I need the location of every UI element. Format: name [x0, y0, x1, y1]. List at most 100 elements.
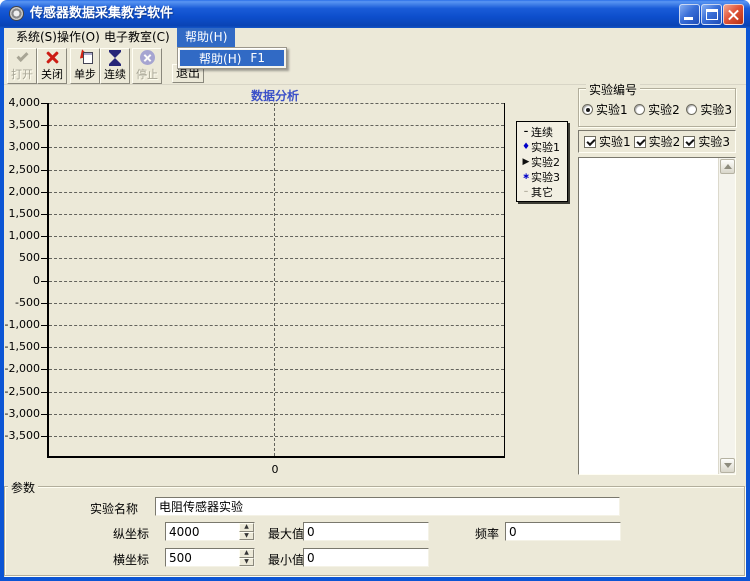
min-value-input[interactable]: [303, 548, 429, 567]
y-axis-tick: [41, 236, 49, 237]
legend-marker-icon: ♦: [521, 142, 531, 152]
spin-up-button[interactable]: ▲: [239, 523, 254, 532]
open-button[interactable]: 打开: [7, 48, 37, 84]
legend-item: ∗实验3: [521, 169, 565, 184]
scroll-down-icon: [724, 463, 732, 468]
gridline: [49, 436, 504, 437]
experiment-checkbox-strip: 实验1 实验2 实验3: [578, 130, 736, 153]
close-x-icon: [38, 49, 66, 66]
window-title: 传感器数据采集教学软件: [30, 0, 173, 28]
y-axis-label: 3,000: [0, 140, 40, 153]
x-coordinate-spinner: ▲ ▼: [239, 549, 254, 566]
y-axis-tick: [41, 281, 49, 282]
max-value-input[interactable]: [303, 522, 429, 541]
continuous-button[interactable]: 连续: [100, 48, 130, 84]
gridline: [49, 103, 504, 104]
radio-experiment3-label: 实验3: [700, 101, 732, 118]
menu-bar: 系统(S) 操作(O) 电子教室(C) 帮助(H): [4, 28, 746, 47]
y-axis-label: -2,500: [0, 385, 40, 398]
y-axis-label: 4,000: [0, 96, 40, 109]
frequency-input[interactable]: [505, 522, 621, 541]
gridline: [49, 125, 504, 126]
y-axis-tick: [41, 436, 49, 437]
window-border-bottom: [0, 577, 750, 581]
y-axis-label: -1,500: [0, 340, 40, 353]
spin-up-button[interactable]: ▲: [239, 549, 254, 558]
y-axis-tick: [41, 125, 49, 126]
radio-icon: [582, 104, 593, 115]
chart-title: 数据分析: [190, 87, 360, 104]
checkbox-experiment3-label: 实验3: [698, 133, 730, 150]
gridline: [49, 303, 504, 304]
listbox-scrollbar[interactable]: [718, 158, 735, 474]
y-coordinate-spinner: ▲ ▼: [239, 523, 254, 540]
maximize-button[interactable]: [701, 4, 722, 25]
stop-circle-icon: [133, 49, 161, 66]
radio-experiment2[interactable]: 实验2: [634, 101, 680, 118]
y-axis-tick: [41, 147, 49, 148]
y-axis-tick: [41, 347, 49, 348]
legend-item-label: 实验1: [531, 139, 560, 155]
x-coordinate-input[interactable]: [166, 549, 239, 566]
chart-plot-area: 0 4,0003,5003,0002,5002,0001,5001,000500…: [47, 103, 505, 458]
scroll-up-button[interactable]: [720, 159, 735, 174]
legend-item-label: 实验3: [531, 169, 560, 185]
continuous-button-label: 连续: [104, 66, 126, 82]
y-axis-label: 0: [0, 274, 40, 287]
y-axis-label: -3,000: [0, 407, 40, 420]
scroll-down-button[interactable]: [720, 458, 735, 473]
chart-legend: –连续♦实验1▶实验2∗实验3–其它: [516, 121, 568, 202]
help-menu-item[interactable]: 帮助(H) F1: [180, 50, 284, 66]
open-checkmark-icon: [8, 49, 36, 66]
checkbox-experiment1[interactable]: 实验1: [584, 133, 631, 150]
checkbox-experiment3[interactable]: 实验3: [683, 133, 730, 150]
y-axis-tick: [41, 192, 49, 193]
menu-eclassroom[interactable]: 电子教室(C): [96, 28, 178, 47]
gridline: [49, 392, 504, 393]
data-listbox[interactable]: [578, 157, 736, 475]
gridline: [49, 414, 504, 415]
help-menu-item-label: 帮助(H): [199, 50, 241, 67]
radio-icon: [686, 104, 697, 115]
chart-zero-vline: [274, 103, 275, 456]
x-coordinate-label: 横坐标: [113, 551, 149, 568]
stop-button[interactable]: 停止: [132, 48, 162, 84]
y-coordinate-input[interactable]: [166, 523, 239, 540]
y-axis-tick: [41, 369, 49, 370]
checkbox-experiment2[interactable]: 实验2: [634, 133, 681, 150]
single-step-button[interactable]: 单步: [70, 48, 100, 84]
spin-down-button[interactable]: ▼: [239, 532, 254, 541]
gridline: [49, 369, 504, 370]
close-file-button[interactable]: 关闭: [37, 48, 67, 84]
minimize-icon: [684, 17, 693, 20]
close-button[interactable]: [723, 4, 744, 25]
legend-marker-icon: –: [521, 187, 531, 197]
y-axis-label: 2,500: [0, 163, 40, 176]
legend-item-label: 其它: [531, 184, 553, 200]
y-coordinate-label: 纵坐标: [113, 525, 149, 542]
experiment-name-label: 实验名称: [90, 500, 138, 517]
y-axis-tick: [41, 325, 49, 326]
radio-experiment1[interactable]: 实验1: [582, 101, 628, 118]
menu-help[interactable]: 帮助(H): [177, 28, 235, 47]
y-axis-label: 2,000: [0, 185, 40, 198]
gridline: [49, 325, 504, 326]
checkbox-icon: [584, 136, 596, 148]
experiment-number-group-title: 实验编号: [586, 81, 640, 98]
gridline: [49, 214, 504, 215]
min-value-label: 最小值: [268, 551, 304, 568]
hourglass-icon: [101, 49, 129, 66]
checkbox-experiment1-label: 实验1: [599, 133, 631, 150]
radio-experiment3[interactable]: 实验3: [686, 101, 732, 118]
minimize-button[interactable]: [679, 4, 700, 25]
app-icon: [9, 6, 24, 21]
experiment-name-input[interactable]: [155, 497, 620, 516]
open-button-label: 打开: [11, 66, 33, 82]
y-axis-label: 1,500: [0, 207, 40, 220]
help-dropdown-menu: 帮助(H) F1: [177, 47, 287, 69]
maximize-icon: [706, 9, 718, 20]
window-border-right: [746, 28, 750, 577]
legend-marker-icon: –: [521, 127, 531, 137]
spin-down-button[interactable]: ▼: [239, 558, 254, 567]
y-axis-label: -3,500: [0, 429, 40, 442]
